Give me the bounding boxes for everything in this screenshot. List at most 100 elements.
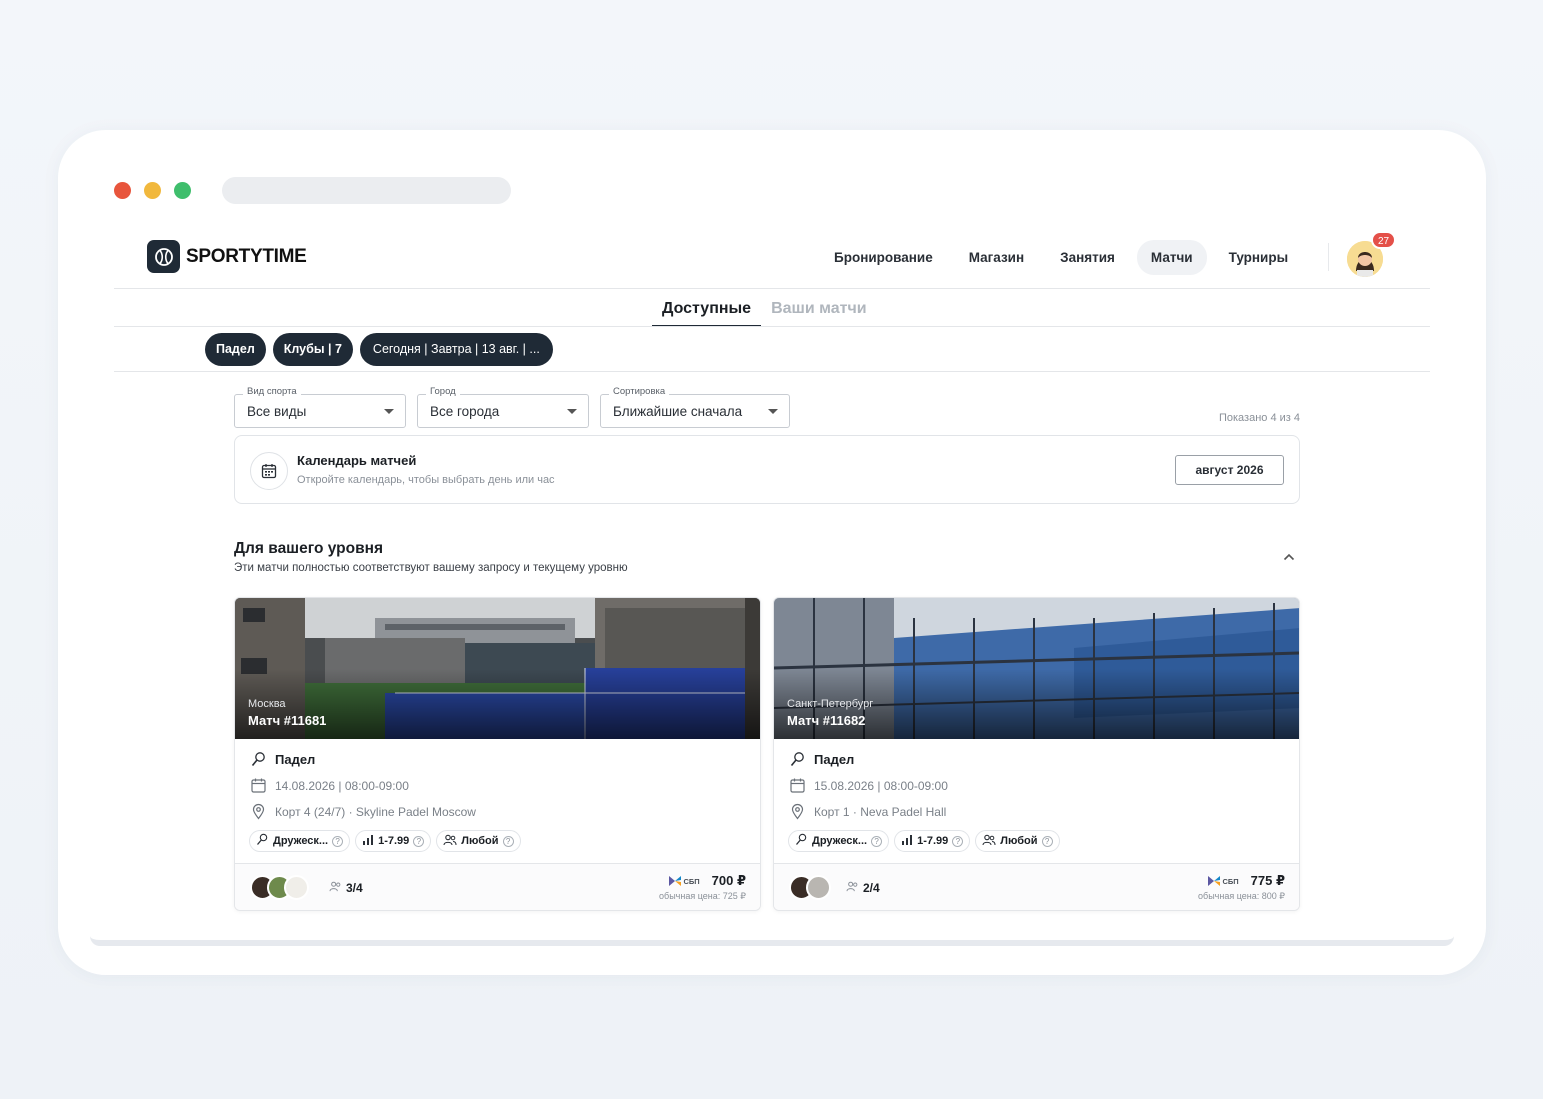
sport-select-value: Все виды <box>247 404 307 419</box>
match-sport: Падел <box>789 751 854 768</box>
sort-select[interactable]: Сортировка Ближайшие сначала <box>600 386 790 428</box>
tag-level[interactable]: 1-7.99 ? <box>355 830 432 852</box>
sort-select-label: Сортировка <box>609 386 670 397</box>
payment-method: СБП <box>683 876 700 886</box>
location-icon <box>250 803 267 820</box>
match-card-footer: 3/4 СБП 700 ₽ обычная цена: 725 ₽ <box>235 863 760 910</box>
payment-method: СБП <box>1222 876 1239 886</box>
sport-icon <box>789 751 806 768</box>
chip-clubs[interactable]: Клубы | 7 <box>272 333 353 366</box>
match-title: Матч #11682 <box>787 713 866 728</box>
match-datetime: 15.08.2026 | 08:00-09:00 <box>789 777 948 794</box>
content-bottom-edge <box>90 936 1454 946</box>
chevron-up-icon[interactable] <box>1281 549 1297 565</box>
player-avatars <box>789 875 831 900</box>
help-icon[interactable]: ? <box>413 835 425 847</box>
help-icon[interactable]: ? <box>871 835 883 847</box>
header-divider <box>114 288 1430 289</box>
tag-match-type[interactable]: Дружеск... ? <box>788 830 890 852</box>
tag-gender[interactable]: Любой ? <box>975 830 1060 852</box>
match-tabs: Доступные Ваши матчи <box>652 292 877 327</box>
avatar <box>284 875 309 900</box>
chips-divider <box>114 371 1430 372</box>
tag-level-label: 1-7.99 <box>378 835 410 847</box>
photo-gradient <box>235 669 760 739</box>
address-bar[interactable] <box>222 177 511 204</box>
players-count: 2/4 <box>846 881 880 895</box>
match-card[interactable]: Санкт-Петербург Матч #11682 Падел 15.08.… <box>773 597 1300 911</box>
help-icon[interactable]: ? <box>952 835 964 847</box>
match-price: СБП 700 ₽ обычная цена: 725 ₽ <box>659 873 746 902</box>
sbp-icon: СБП <box>669 876 700 886</box>
match-sport: Падел <box>250 751 315 768</box>
match-city: Москва <box>248 698 286 710</box>
match-place: Корт 4 (24/7) · Skyline Padel Moscow <box>250 803 476 820</box>
match-city: Санкт-Петербург <box>787 698 874 710</box>
nav-item-matches[interactable]: Матчи <box>1136 240 1207 275</box>
window-close-button[interactable] <box>114 182 131 199</box>
month-button[interactable]: август 2026 <box>1175 455 1284 485</box>
tag-match-type[interactable]: Дружеск... ? <box>249 830 351 852</box>
chip-sport[interactable]: Падел <box>205 333 266 366</box>
sbp-icon: СБП <box>1208 876 1239 886</box>
level-icon <box>901 834 913 849</box>
players-count: 3/4 <box>329 881 363 895</box>
results-count: Показано 4 из 4 <box>1218 412 1300 424</box>
nav-item-shop[interactable]: Магазин <box>955 240 1038 275</box>
people-icon <box>846 881 859 895</box>
sort-select-value: Ближайшие сначала <box>613 404 743 419</box>
calendar-title: Календарь матчей <box>297 453 417 468</box>
nav-item-tournaments[interactable]: Турниры <box>1215 240 1303 275</box>
match-place-label: Корт 1 · Neva Padel Hall <box>814 804 947 819</box>
calendar-subtitle: Откройте календарь, чтобы выбрать день и… <box>297 474 555 486</box>
chip-dates[interactable]: Сегодня | Завтра | 13 авг. | ... <box>359 333 553 366</box>
players-count-label: 2/4 <box>863 881 880 895</box>
match-card-footer: 2/4 СБП 775 ₽ обычная цена: 800 ₽ <box>774 863 1299 910</box>
help-icon[interactable]: ? <box>502 835 514 847</box>
match-place-label: Корт 4 (24/7) · Skyline Padel Moscow <box>275 804 476 819</box>
chevron-down-icon <box>384 409 394 414</box>
city-select[interactable]: Город Все города <box>417 386 589 428</box>
city-select-value: Все города <box>430 404 500 419</box>
match-calendar-card[interactable]: Календарь матчей Откройте календарь, что… <box>234 435 1300 504</box>
regular-price: обычная цена: 725 ₽ <box>659 891 746 901</box>
nav-item-booking[interactable]: Бронирование <box>820 240 947 275</box>
tabs-divider <box>114 326 1430 327</box>
tag-level[interactable]: 1-7.99 ? <box>894 830 971 852</box>
tag-match-type-label: Дружеск... <box>273 835 329 847</box>
chevron-down-icon <box>768 409 778 414</box>
chevron-down-icon <box>567 409 577 414</box>
notification-badge: 27 <box>1371 231 1397 249</box>
help-icon[interactable]: ? <box>332 835 344 847</box>
tag-gender-label: Любой <box>1000 835 1038 847</box>
people-icon <box>329 881 342 895</box>
tag-gender[interactable]: Любой ? <box>436 830 521 852</box>
match-datetime-label: 14.08.2026 | 08:00-09:00 <box>275 778 409 793</box>
match-card[interactable]: Москва Матч #11681 Падел 14.08.2026 | 08… <box>234 597 761 911</box>
match-sport-label: Падел <box>814 752 855 767</box>
match-price: СБП 775 ₽ обычная цена: 800 ₽ <box>1198 873 1285 902</box>
people-icon <box>443 834 457 849</box>
help-icon[interactable]: ? <box>1041 835 1053 847</box>
brand-name: SPORTYTIME <box>186 245 307 267</box>
window-maximize-button[interactable] <box>174 182 191 199</box>
window-minimize-button[interactable] <box>144 182 161 199</box>
regular-price: обычная цена: 800 ₽ <box>1198 891 1285 901</box>
tab-available[interactable]: Доступные <box>652 292 762 327</box>
tennis-ball-icon <box>147 240 180 273</box>
calendar-icon <box>250 777 267 794</box>
main-nav: Бронирование Магазин Занятия Матчи Турни… <box>820 240 1302 275</box>
match-datetime-label: 15.08.2026 | 08:00-09:00 <box>814 778 948 793</box>
tag-level-label: 1-7.99 <box>917 835 949 847</box>
sport-select[interactable]: Вид спорта Все виды <box>234 386 406 428</box>
brand-logo[interactable]: SPORTYTIME <box>147 240 307 273</box>
match-sport-label: Падел <box>275 752 316 767</box>
players-count-label: 3/4 <box>346 881 363 895</box>
nav-item-classes[interactable]: Занятия <box>1046 240 1129 275</box>
section-title: Для вашего уровня <box>234 540 384 557</box>
city-select-label: Город <box>426 386 460 397</box>
nav-divider <box>1328 243 1329 271</box>
match-tags: Дружеск... ? 1-7.99 ? Любой ? <box>788 830 1060 852</box>
tab-my-matches[interactable]: Ваши матчи <box>761 292 877 327</box>
price-value: 775 ₽ <box>1250 873 1285 888</box>
